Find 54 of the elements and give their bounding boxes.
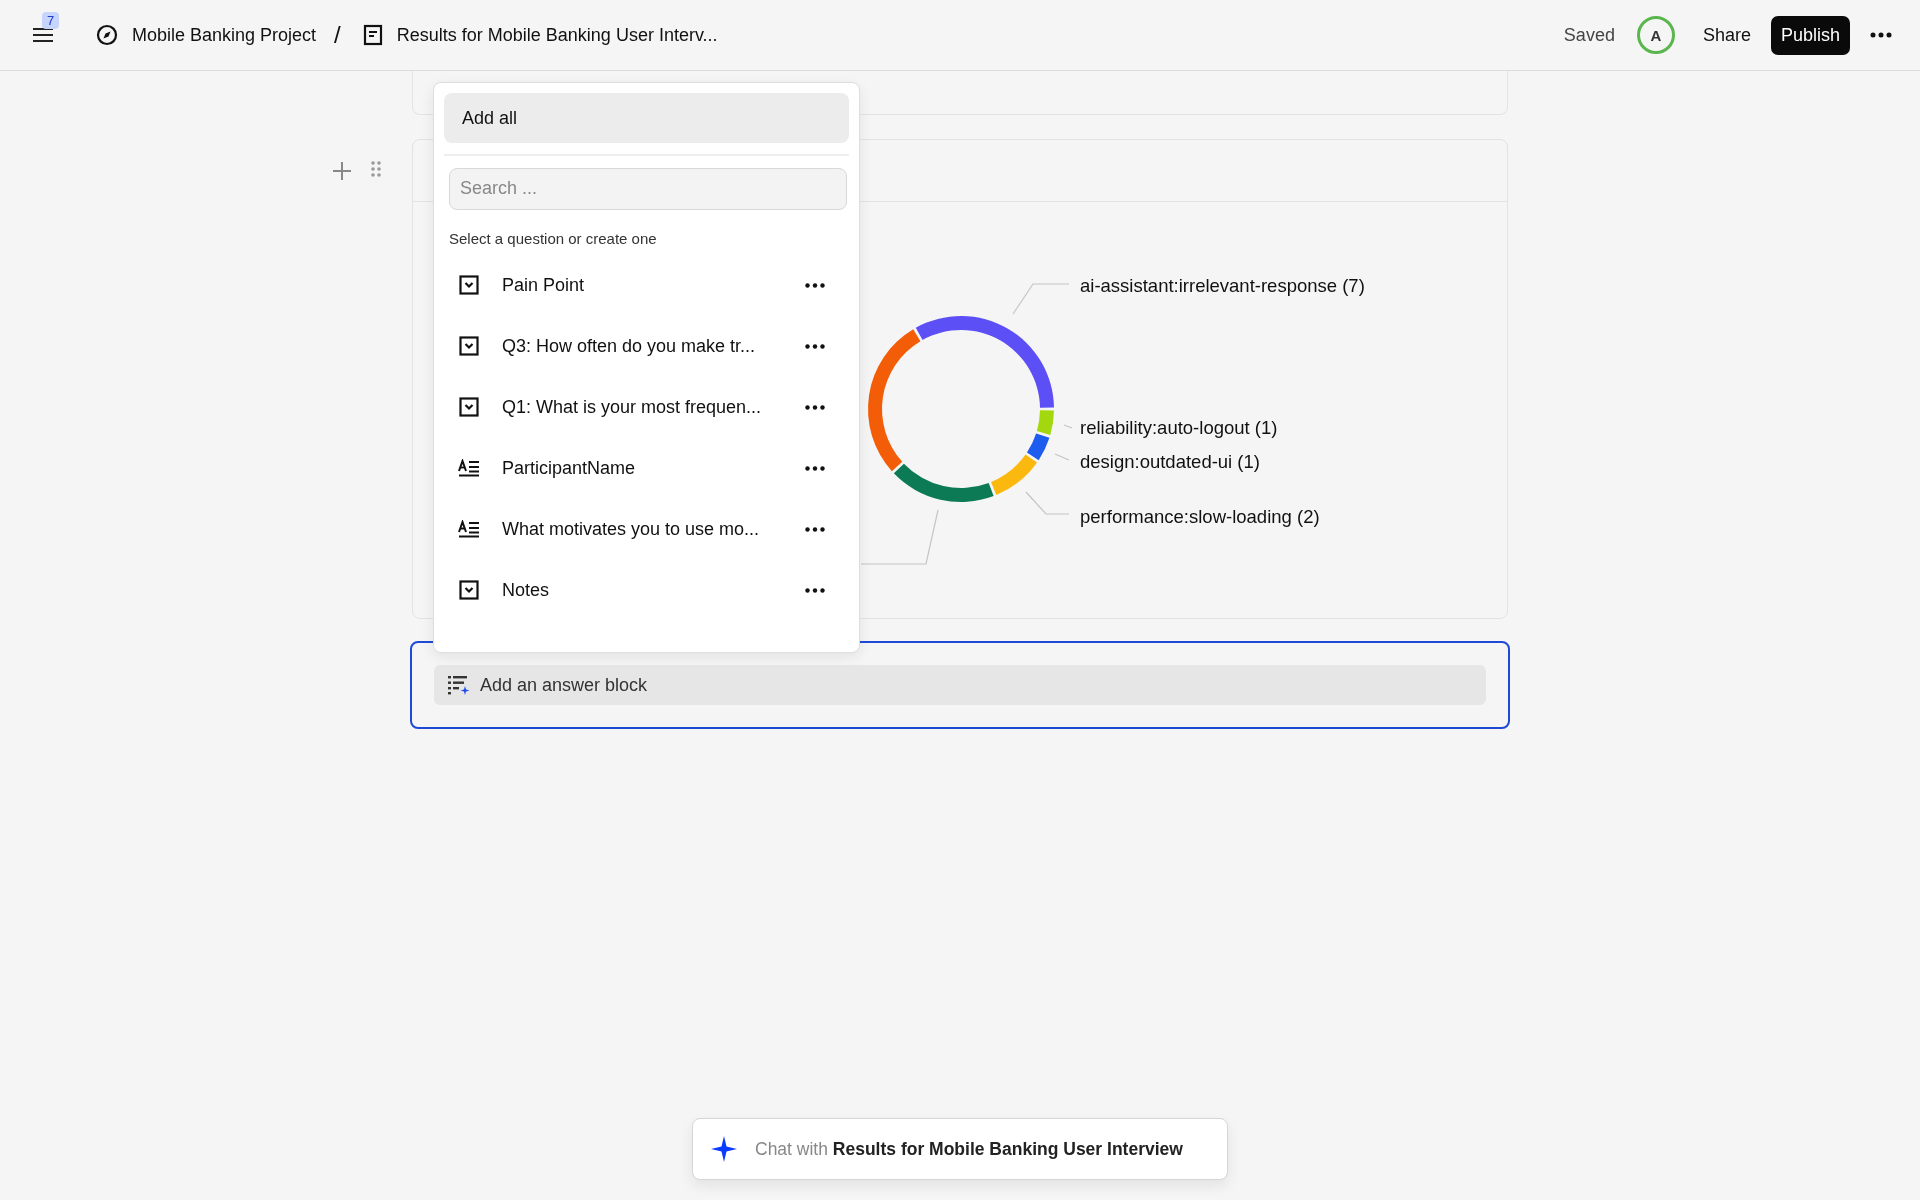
add-icon[interactable] — [332, 161, 352, 181]
more-options-icon[interactable] — [805, 343, 825, 349]
text-field-icon — [458, 520, 480, 538]
question-label: Q1: What is your most frequen... — [502, 396, 763, 418]
dropdown-field-icon — [458, 336, 480, 356]
slice-label: ai-assistant:irrelevant-response (7) — [1080, 275, 1365, 296]
dropdown-field-icon — [458, 397, 480, 417]
dropdown-hint: Select a question or create one — [449, 229, 658, 247]
breadcrumb-separator: / — [334, 21, 341, 49]
more-options-icon[interactable] — [805, 404, 825, 410]
add-all-button[interactable]: Add all — [444, 93, 849, 143]
more-options-icon[interactable] — [1870, 32, 1892, 38]
share-button[interactable]: Share — [1694, 18, 1759, 52]
leader-line — [1054, 453, 1070, 461]
more-options-icon[interactable] — [805, 526, 825, 532]
leader-line — [1025, 491, 1070, 515]
drag-handle-icon[interactable] — [370, 161, 382, 177]
save-status: Saved — [1563, 24, 1615, 46]
breadcrumb-link[interactable]: Mobile Banking Project — [96, 24, 317, 46]
text-field-icon — [458, 459, 480, 477]
question-item[interactable]: What motivates you to use mo... — [444, 498, 849, 560]
leader-line — [1012, 283, 1070, 315]
chat-prompt: Chat with Results for Mobile Banking User Interview — [755, 1138, 1183, 1160]
dropdown-field-icon — [458, 580, 480, 600]
more-options-icon[interactable] — [805, 465, 825, 471]
question-item[interactable]: Q1: What is your most frequen... — [444, 376, 849, 438]
chat-bar[interactable]: Chat with Results for Mobile Banking User Interview — [692, 1118, 1228, 1180]
slice-label: design:outdated-ui (1) — [1080, 451, 1260, 472]
question-label: Pain Point — [502, 274, 586, 296]
question-item[interactable]: Notes — [444, 559, 849, 621]
add-answer-block-button[interactable]: Add an answer block — [434, 665, 1486, 705]
leader-line — [1063, 424, 1073, 429]
question-item[interactable]: Q3: How often do you make tr... — [444, 315, 849, 377]
notification-badge: 7 — [42, 12, 60, 29]
question-item[interactable]: ParticipantName — [444, 437, 849, 499]
document-icon — [362, 24, 383, 46]
search-field[interactable]: Search ... — [449, 167, 847, 210]
sparkle-icon — [711, 1136, 737, 1162]
slice-label: reliability:auto-logout (1) — [1080, 417, 1278, 438]
question-label: What motivates you to use mo... — [502, 518, 761, 540]
compass-icon — [96, 24, 118, 46]
publish-button[interactable]: Publish — [1770, 15, 1850, 55]
list-sparkle-icon — [448, 675, 470, 695]
question-label: Q3: How often do you make tr... — [502, 335, 757, 357]
slice-label: performance:slow-loading (2) — [1080, 506, 1320, 527]
more-options-icon[interactable] — [805, 587, 825, 593]
user-avatar[interactable]: A — [1636, 16, 1675, 54]
menu-icon — [32, 26, 54, 44]
question-label: Notes — [502, 579, 551, 601]
dropdown-field-icon — [458, 275, 480, 295]
more-options-icon[interactable] — [805, 282, 825, 288]
breadcrumb-link[interactable]: Results for Mobile Banking User Interv... — [362, 24, 718, 46]
question-label: ParticipantName — [502, 457, 637, 479]
question-item[interactable]: Pain Point — [444, 254, 849, 316]
